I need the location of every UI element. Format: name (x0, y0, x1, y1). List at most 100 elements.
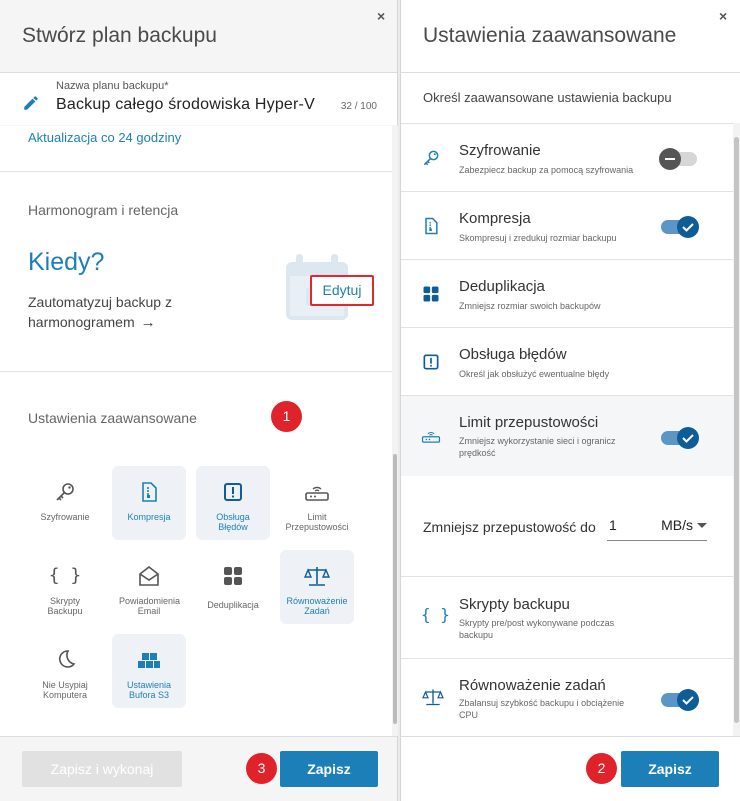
step-badge-3: 3 (246, 753, 277, 784)
advanced-section-title: Ustawienia zaawansowane (28, 410, 197, 426)
setting-row-deduplication[interactable]: Deduplikacja Zmniejsz rozmiar swoich bac… (401, 259, 733, 327)
save-advanced-button[interactable]: Zapisz (621, 751, 719, 787)
edit-advanced-button[interactable]: Edytuj (310, 275, 374, 306)
setting-desc: Zbalansuj szybkość backupu i obciążenie … (459, 698, 625, 720)
scrollbar-thumb[interactable] (393, 454, 397, 724)
scrollbar[interactable] (733, 123, 740, 736)
plan-name-label: Nazwa planu backupu* (56, 80, 169, 92)
setting-desc: Zmniejsz wykorzystanie sieci i ogranicz … (459, 436, 616, 458)
setting-title: Limit przepustowości (459, 414, 599, 431)
tile-encryption[interactable]: Szyfrowanie (28, 466, 102, 540)
tile-deduplication[interactable]: Deduplikacja (196, 550, 270, 624)
tile-task-balancing[interactable]: Równoważenie Zadań (280, 550, 354, 624)
key-icon (423, 150, 439, 166)
create-plan-panel: × Stwórz plan backupu Nazwa planu backup… (0, 0, 398, 801)
compress-file-icon (142, 482, 157, 502)
save-and-run-button[interactable]: Zapisz i wykonaj (22, 751, 182, 787)
panel-title: Ustawienia zaawansowane (423, 24, 677, 47)
tile-label: Szyfrowanie (40, 512, 90, 522)
task-balancing-toggle[interactable] (661, 689, 699, 711)
scrollbar[interactable] (392, 126, 398, 736)
settings-list: Szyfrowanie Zabezpiecz backup za pomocą … (401, 123, 733, 736)
plan-name-input[interactable]: Backup całego środowiska Hyper-V (56, 96, 315, 114)
checkmark-icon (677, 216, 699, 238)
compress-file-icon (425, 217, 438, 235)
tile-label: Skrypty Backupu (47, 596, 83, 616)
chevron-down-icon (697, 523, 707, 528)
setting-title: Szyfrowanie (459, 142, 541, 159)
grid-icon (423, 286, 439, 302)
char-counter: 32 / 100 (340, 101, 377, 112)
setting-row-encryption[interactable]: Szyfrowanie Zabezpiecz backup za pomocą … (401, 123, 733, 191)
tile-label: Limit Przepustowości (285, 512, 349, 532)
step-badge-2: 2 (586, 753, 617, 784)
setting-desc: Skompresuj i zredukuj rozmiar backupu (459, 233, 617, 243)
divider (401, 72, 740, 73)
scrollbar-thumb[interactable] (734, 137, 739, 723)
divider (0, 171, 392, 172)
bandwidth-field[interactable]: 1 MB/s (607, 513, 707, 541)
setting-row-error-handling[interactable]: Obsługa błędów Określ jak obsłużyć ewent… (401, 327, 733, 395)
scales-icon (303, 567, 331, 586)
tile-s3-buffer[interactable]: Ustawienia Bufora S3 (112, 634, 186, 708)
tile-no-sleep[interactable]: Nie Usypiaj Komputera (28, 634, 102, 708)
plan-scroll-area: Aktualizacja co 24 godziny Harmonogram i… (0, 126, 392, 736)
cubes-icon (138, 653, 160, 668)
tile-label: Nie Usypiaj Komputera (42, 680, 88, 700)
tile-label: Obsługa Błędów (216, 512, 250, 532)
tile-label: Ustawienia Bufora S3 (126, 680, 172, 700)
panel-subtitle: Określ zaawansowane ustawienia backupu (423, 90, 672, 105)
setting-row-bandwidth[interactable]: Limit przepustowości Zmniejsz wykorzysta… (401, 395, 733, 476)
checkmark-icon (677, 689, 699, 711)
divider (401, 736, 740, 737)
divider (0, 371, 392, 372)
envelope-icon (139, 565, 159, 586)
setting-row-scripts[interactable]: { } Skrypty backupu Skrypty pre/post wyk… (401, 576, 733, 658)
when-title: Kiedy? (28, 248, 105, 276)
grid-icon (224, 567, 242, 585)
close-left-button[interactable]: × (377, 8, 385, 24)
bandwidth-label: Zmniejsz przepustowość do (423, 519, 596, 535)
tile-label: Kompresja (127, 512, 171, 522)
tile-backup-scripts[interactable]: { } Skrypty Backupu (28, 550, 102, 624)
setting-row-task-balancing[interactable]: Równoważenie zadań Zbalansuj szybkość ba… (401, 658, 733, 736)
tile-compression[interactable]: Kompresja (112, 466, 186, 540)
tile-bandwidth[interactable]: Limit Przepustowości (280, 466, 354, 540)
tile-label: Deduplikacja (207, 600, 259, 610)
update-frequency-link[interactable]: Aktualizacja co 24 godziny (28, 130, 181, 145)
toggle-knob (659, 148, 681, 170)
error-box-icon (423, 354, 439, 370)
schedule-section-title: Harmonogram i retencja (28, 202, 179, 218)
bandwidth-unit-select[interactable]: MB/s (661, 517, 693, 533)
setting-title: Obsługa błędów (459, 346, 567, 363)
arrow-right-icon: → (140, 314, 156, 331)
key-icon (56, 483, 74, 501)
setting-row-compression[interactable]: Kompresja Skompresuj i zredukuj rozmiar … (401, 191, 733, 259)
scales-icon (422, 689, 444, 706)
encryption-toggle[interactable] (659, 148, 697, 170)
advanced-settings-panel: × Ustawienia zaawansowane Określ zaawans… (400, 0, 740, 801)
save-button[interactable]: Zapisz (280, 751, 378, 787)
plan-name-field[interactable]: Nazwa planu backupu* Backup całego środo… (0, 73, 397, 125)
setting-desc: Zabezpiecz backup za pomocą szyfrowania (459, 165, 634, 175)
close-right-button[interactable]: × (719, 8, 727, 24)
bandwidth-value[interactable]: 1 (609, 517, 617, 533)
setting-desc: Zmniejsz rozmiar swoich backupów (459, 301, 601, 311)
pencil-icon (24, 96, 38, 110)
braces-icon: { } (421, 605, 450, 624)
tile-email-notifications[interactable]: Powiadomienia Email (112, 550, 186, 624)
setting-title: Kompresja (459, 210, 531, 227)
step-badge-1: 1 (271, 401, 302, 432)
compression-toggle[interactable] (661, 216, 699, 238)
setting-desc: Skrypty pre/post wykonywane podczas back… (459, 618, 615, 640)
tile-label: Powiadomienia Email (119, 596, 181, 616)
bandwidth-toggle[interactable] (661, 427, 699, 449)
setting-title: Skrypty backupu (459, 596, 570, 613)
divider (0, 736, 397, 737)
setting-title: Równoważenie zadań (459, 677, 606, 694)
setting-desc: Określ jak obsłużyć ewentualne błędy (459, 369, 610, 379)
checkmark-icon (677, 427, 699, 449)
schedule-link[interactable]: Zautomatyzuj backup z harmonogramem → (28, 292, 208, 333)
tile-error-handling[interactable]: Obsługa Błędów (196, 466, 270, 540)
router-icon (305, 486, 329, 501)
